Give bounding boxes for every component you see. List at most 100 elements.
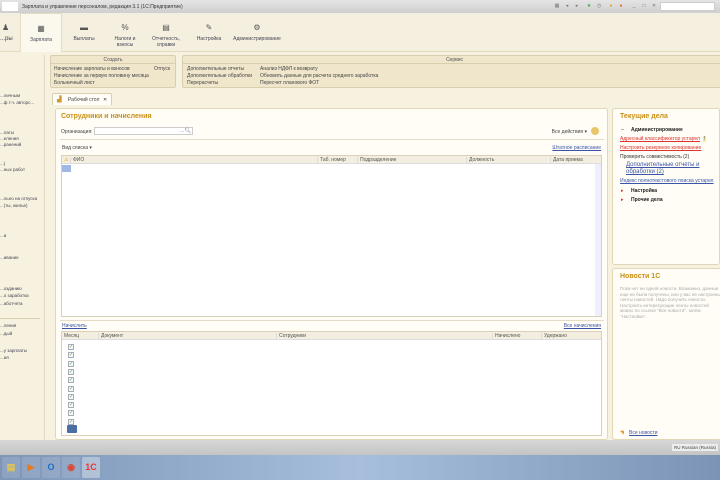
task-link[interactable]: Адресный классификатор устарел [620, 136, 700, 142]
section-settings[interactable]: ✎ Настройка [190, 13, 228, 52]
sidebar-item[interactable]: ...ных работ [0, 167, 25, 172]
taskbar-explorer-icon[interactable]: ▤ [2, 457, 20, 478]
posted-document-icon[interactable]: ✓ [68, 360, 74, 367]
staff-schedule-link[interactable]: Штатное расписание [552, 145, 601, 151]
calculate-link[interactable]: Начислить [62, 323, 87, 329]
tab-close-icon[interactable]: ✕ [103, 97, 107, 103]
tab-label: Рабочий стол [68, 97, 100, 103]
search-icon[interactable]: …🔍︎ [180, 128, 191, 134]
employees-panel: Сотрудники и начисления Организация: …🔍︎… [55, 108, 608, 440]
column-header-document[interactable]: Документ [98, 333, 123, 340]
sidebar-item[interactable]: ...озданию [0, 286, 22, 291]
sidebar-item[interactable]: ...льно на отпуска [0, 196, 37, 201]
task-link[interactable]: Настроить резервное копирование [620, 145, 701, 151]
all-news-link[interactable]: Все новости [629, 430, 658, 436]
column-header-name[interactable]: ФИО [70, 157, 84, 164]
service-link[interactable]: Обновить данные для расчета среднего зар… [260, 73, 378, 79]
task-link[interactable]: Дополнительные отчеты и обработки (2) [626, 162, 718, 176]
sidebar-item[interactable]: ...ранений [0, 142, 21, 147]
column-header-hire-date[interactable]: Дата приема [550, 157, 583, 164]
posted-document-icon[interactable]: ✓ [68, 385, 74, 392]
section-staff[interactable]: ♟ ...ры [0, 13, 19, 52]
all-actions-menu[interactable]: Все действия ▾ [552, 129, 587, 135]
help-icon[interactable] [591, 127, 599, 135]
taskbar-1c-icon[interactable]: 1С [82, 457, 100, 478]
sidebar-item[interactable]: ...ивание [0, 255, 19, 260]
service-link[interactable]: Пересчет планового ФОТ [260, 80, 319, 86]
sidebar-item[interactable]: ...аботчета [0, 301, 23, 306]
sidebar-item[interactable]: ...дый [0, 331, 12, 336]
task-link[interactable]: Индекс полнотекстового поиска устарел [620, 178, 713, 184]
section-administration[interactable]: ⚙ Администрирование [228, 13, 286, 52]
section-salary[interactable]: ▦ Зарплата [20, 13, 62, 52]
column-header-withheld[interactable]: Удержано [541, 333, 567, 340]
minimize-icon[interactable]: _ [630, 3, 638, 10]
close-icon[interactable]: ✕ [650, 3, 658, 10]
column-header-accrued[interactable]: Начислено [492, 333, 520, 340]
maximize-icon[interactable]: □ [640, 3, 648, 10]
sidebar-item[interactable]: ...(ты, жилье) [0, 203, 28, 208]
organization-input[interactable]: …🔍︎ [94, 127, 193, 135]
sidebar-item[interactable]: ...личным [0, 93, 20, 98]
collapse-icon[interactable]: – [621, 127, 624, 133]
expand-icon[interactable]: ▸ [621, 188, 624, 194]
posted-document-icon[interactable]: ✓ [68, 352, 74, 359]
posted-document-icon[interactable]: ✓ [68, 410, 74, 417]
create-first-half-link[interactable]: Начисление за первую половину месяца [54, 73, 149, 79]
list-view-menu[interactable]: Вид списка ▾ [62, 145, 92, 151]
column-header-tab-number[interactable]: Таб. номер [317, 157, 346, 164]
create-vacation-link[interactable]: Отпуск [154, 66, 170, 72]
section-payments[interactable]: ▬ Выплаты [64, 13, 104, 52]
taskbar-media-player-icon[interactable]: ▶ [22, 457, 40, 478]
selected-row[interactable] [62, 165, 71, 172]
sidebar-item[interactable]: ...у зарплаты [0, 348, 27, 353]
column-header-employees[interactable]: Сотрудники [276, 333, 306, 340]
create-payroll-link[interactable]: Начисление зарплаты и взносов [54, 66, 130, 72]
group-settings[interactable]: Настройка [631, 188, 657, 194]
column-header-month[interactable]: Месяц [62, 333, 79, 340]
bell-icon[interactable]: ● [607, 3, 615, 10]
search-input[interactable] [660, 2, 715, 11]
service-link[interactable]: Дополнительные отчеты [187, 66, 244, 72]
service-link[interactable]: Дополнительные обработки [187, 73, 252, 79]
favorites-icon[interactable]: ★ [585, 3, 593, 10]
sidebar-item[interactable]: ...ая [0, 355, 9, 360]
sidebar-item[interactable]: ...и [0, 233, 6, 238]
expand-icon[interactable]: ▸ [621, 197, 624, 203]
posted-document-icon[interactable]: ✓ [68, 418, 74, 425]
sidebar-item[interactable]: ...латы [0, 130, 14, 135]
back-icon[interactable]: ◂ [563, 3, 571, 10]
taskbar-outlook-icon[interactable]: O [42, 457, 60, 478]
language-indicator[interactable]: RU Russian (Russia) [671, 444, 718, 451]
column-header-position[interactable]: Должность [466, 157, 494, 164]
posted-document-icon[interactable]: ✓ [68, 402, 74, 409]
tab-desktop[interactable]: ▟ Рабочий стол ✕ [52, 93, 112, 105]
service-link[interactable]: Перерасчеты [187, 80, 218, 86]
posted-document-icon[interactable]: ✓ [68, 377, 74, 384]
create-sick-leave-link[interactable]: Больничный лист [54, 80, 95, 86]
sidebar-item[interactable]: ...еления [0, 136, 19, 141]
section-taxes[interactable]: % Налоги и взносы [108, 13, 142, 52]
column-header-department[interactable]: Подразделение [357, 157, 396, 164]
info-icon[interactable]: ● [617, 3, 625, 10]
group-other[interactable]: Прочие дела [631, 197, 663, 203]
posted-document-icon[interactable]: ✓ [68, 344, 74, 350]
sidebar-item[interactable]: ...о заработка [0, 293, 29, 298]
sidebar-item[interactable]: ...ф т.ч. авторс... [0, 100, 34, 105]
service-link[interactable]: Анализ НДФЛ к возврату [260, 66, 318, 72]
sidebar-item[interactable]: ...) [0, 161, 5, 166]
taskbar-chrome-icon[interactable]: ◉ [62, 457, 80, 478]
app-menu-button[interactable] [2, 2, 18, 11]
all-accruals-link[interactable]: Все начисления [564, 323, 601, 329]
comment-icon[interactable] [67, 425, 77, 433]
forward-icon[interactable]: ▸ [573, 3, 581, 10]
history-icon[interactable]: ◷ [595, 3, 603, 10]
sidebar-item[interactable]: ...ления [0, 323, 16, 328]
posted-document-icon[interactable]: ✓ [68, 393, 74, 400]
group-administration[interactable]: Администрирование [631, 127, 683, 133]
scrollbar[interactable] [595, 164, 601, 316]
desktop-icon: ▟ [57, 97, 62, 103]
section-reports[interactable]: ▤ Отчетность, справки [146, 13, 186, 52]
home-icon[interactable]: ▦ [553, 3, 561, 10]
posted-document-icon[interactable]: ✓ [68, 368, 74, 375]
